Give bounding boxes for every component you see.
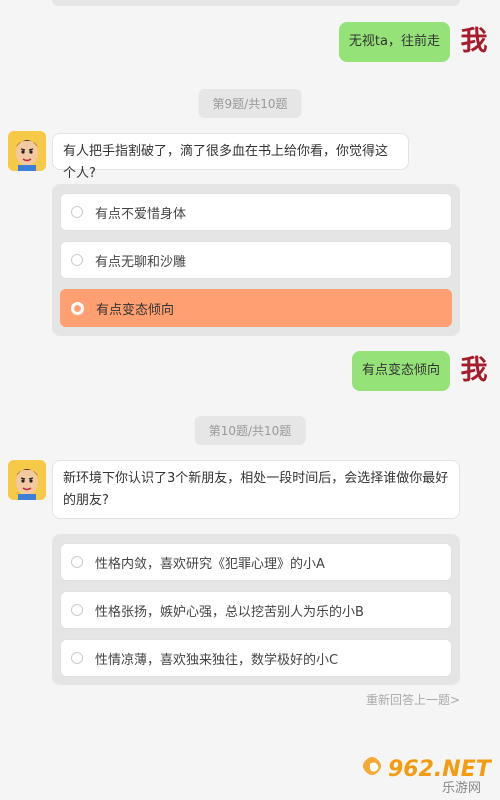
- option-item[interactable]: 性格张扬，嫉妒心强，总以挖苦别人为乐的小B: [60, 591, 452, 629]
- radio-circle-icon: [71, 652, 83, 664]
- previous-options-card-edge: [52, 0, 460, 6]
- radio-circle-icon: [71, 206, 83, 218]
- user-message-row: 有点变态倾向 我: [351, 351, 490, 391]
- option-label: 性情凉薄，喜欢独来独往，数学极好的小C: [95, 652, 339, 668]
- option-label: 有点变态倾向: [96, 302, 175, 318]
- option-item-selected[interactable]: 有点变态倾向: [60, 289, 452, 327]
- cartoon-boy-avatar-icon: [8, 460, 46, 500]
- bot-avatar: [8, 131, 46, 171]
- radio-selected-icon: [71, 301, 84, 315]
- bot-question-bubble: 有人把手指割破了，滴了很多血在书上给你看，你觉得这个人?: [52, 133, 409, 181]
- question-number-badge: 第10题/共10题: [194, 416, 306, 445]
- option-item[interactable]: 有点无聊和沙雕: [60, 241, 452, 279]
- user-avatar: 我: [460, 26, 488, 57]
- redo-previous-question-link[interactable]: 重新回答上一题>: [366, 691, 460, 708]
- user-answer-bubble: 无视ta，往前走: [338, 22, 450, 62]
- bot-avatar: [8, 460, 46, 500]
- options-card: 性格内敛，喜欢研究《犯罪心理》的小A 性格张扬，嫉妒心强，总以挖苦别人为乐的小B…: [52, 534, 460, 685]
- option-item[interactable]: 性情凉薄，喜欢独来独往，数学极好的小C: [60, 639, 452, 677]
- radio-circle-icon: [71, 556, 83, 568]
- bot-question-bubble: 新环境下你认识了3个新朋友，相处一段时间后，会选择谁做你最好的朋友?: [52, 460, 460, 519]
- question-number-badge: 第9题/共10题: [198, 89, 302, 118]
- radio-circle-icon: [71, 604, 83, 616]
- watermark-brand: 962.NET: [388, 757, 492, 782]
- option-label: 性格张扬，嫉妒心强，总以挖苦别人为乐的小B: [95, 604, 364, 620]
- radio-circle-icon: [71, 254, 83, 266]
- option-label: 有点无聊和沙雕: [95, 254, 187, 270]
- option-label: 性格内敛，喜欢研究《犯罪心理》的小A: [95, 556, 325, 572]
- option-label: 有点不爱惜身体: [95, 206, 187, 222]
- cartoon-boy-avatar-icon: [8, 131, 46, 171]
- user-answer-bubble: 有点变态倾向: [351, 351, 450, 391]
- options-card: 有点不爱惜身体 有点无聊和沙雕 有点变态倾向: [52, 184, 460, 336]
- user-avatar: 我: [460, 355, 488, 386]
- option-item[interactable]: 性格内敛，喜欢研究《犯罪心理》的小A: [60, 543, 452, 581]
- site-watermark-logo: 962.NET 乐游网: [360, 752, 492, 796]
- user-message-row: 无视ta，往前走 我: [338, 22, 490, 62]
- option-item[interactable]: 有点不爱惜身体: [60, 193, 452, 231]
- watermark-subtitle: 乐游网: [442, 781, 481, 796]
